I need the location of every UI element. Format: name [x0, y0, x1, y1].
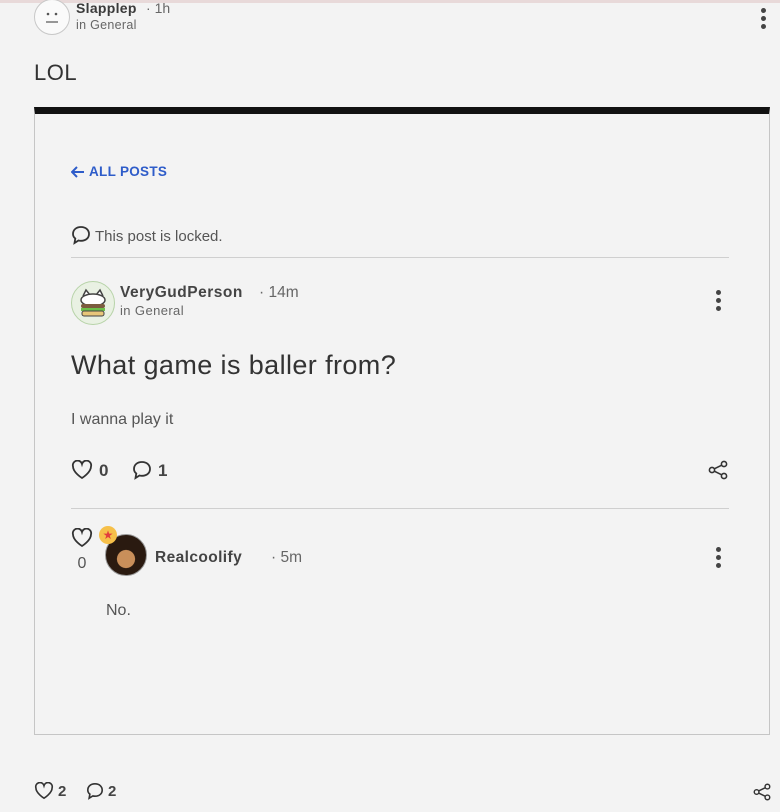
- post-category[interactable]: in General: [76, 18, 137, 32]
- post-time: · 14m: [259, 284, 299, 301]
- avatar[interactable]: [71, 281, 115, 325]
- locked-notice: This post is locked.: [71, 225, 223, 245]
- more-options-icon[interactable]: [715, 290, 721, 312]
- post-author[interactable]: Slapplep: [76, 0, 137, 16]
- comment-icon: [72, 226, 90, 245]
- face-icon: [46, 12, 58, 23]
- comments-button[interactable]: 2: [86, 782, 116, 800]
- comment-author[interactable]: Realcoolify: [155, 549, 242, 567]
- avatar[interactable]: [34, 0, 70, 35]
- all-posts-link[interactable]: ALL POSTS: [70, 164, 167, 179]
- share-button[interactable]: [752, 783, 772, 806]
- embedded-post: ALL POSTS This post is locked. VeryGudPe…: [34, 107, 770, 735]
- post-text: LOL: [34, 60, 78, 85]
- heart-icon: [71, 459, 93, 480]
- post-time: · 1h: [146, 0, 171, 16]
- post-body: I wanna play it: [71, 411, 174, 428]
- post-category[interactable]: in General: [120, 303, 184, 318]
- post-author[interactable]: VeryGudPerson: [120, 284, 243, 302]
- comment-icon: [133, 461, 151, 480]
- comments-button[interactable]: 1: [132, 460, 167, 481]
- like-button[interactable]: 0: [71, 459, 108, 481]
- comment-like-count: 0: [77, 555, 87, 572]
- like-button[interactable]: 2: [34, 781, 66, 800]
- star-badge-icon: ★: [99, 526, 117, 544]
- comment-icon: [86, 782, 104, 800]
- heart-icon: [71, 527, 93, 548]
- divider: [71, 257, 729, 258]
- share-button[interactable]: [707, 460, 729, 485]
- heart-icon: [34, 781, 54, 800]
- share-icon: [708, 460, 728, 480]
- arrow-left-icon: [70, 166, 84, 178]
- comment-body: No.: [106, 602, 131, 619]
- divider: [71, 508, 729, 509]
- share-icon: [753, 783, 771, 801]
- post-title: What game is baller from?: [71, 350, 397, 380]
- comment-time: · 5m: [271, 549, 303, 566]
- more-options-icon[interactable]: [715, 547, 721, 569]
- comment-like[interactable]: 0: [71, 527, 93, 573]
- burger-cat-icon: [80, 288, 106, 317]
- more-options-icon[interactable]: [760, 8, 766, 30]
